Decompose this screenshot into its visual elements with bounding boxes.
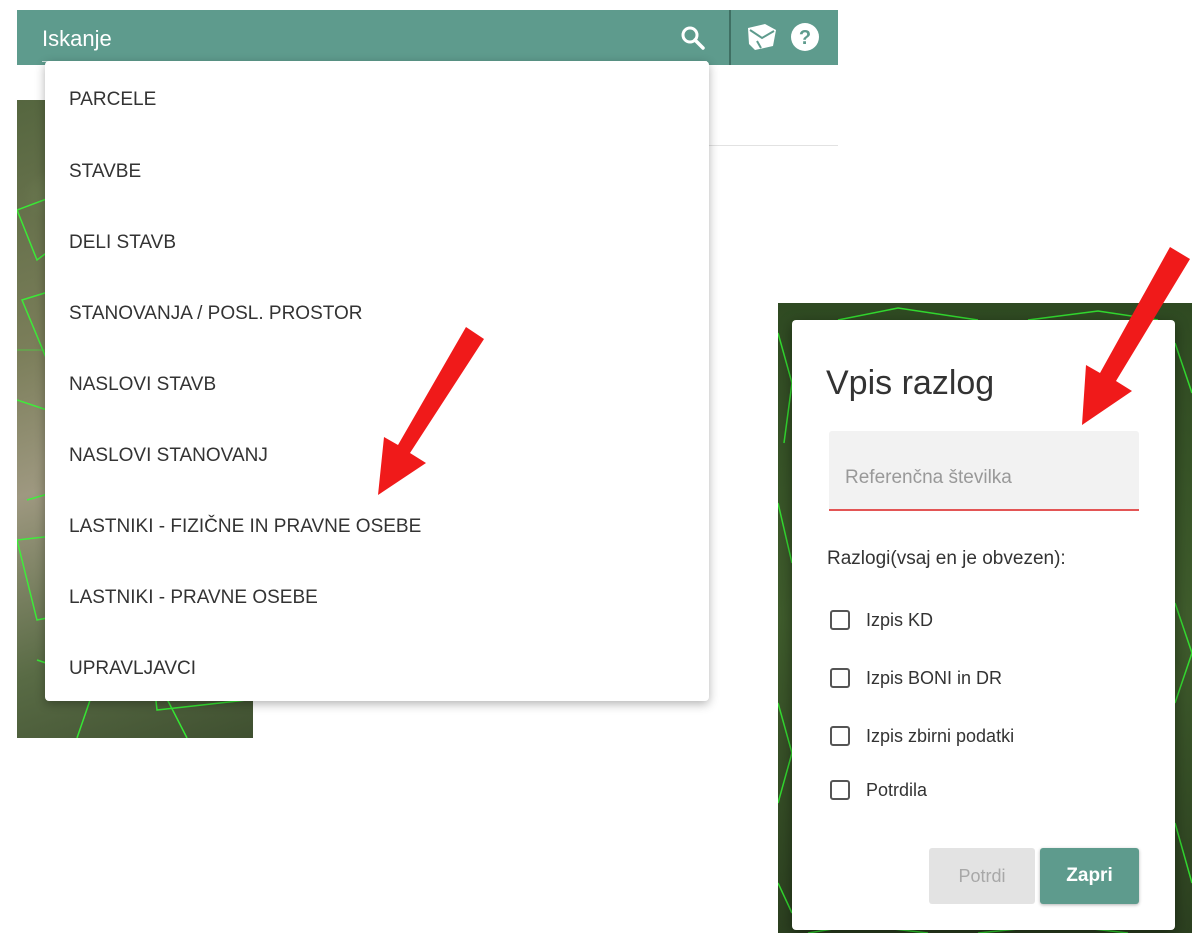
search-input[interactable] — [42, 22, 682, 56]
close-button[interactable]: Zapri — [1040, 848, 1139, 904]
help-icon[interactable]: ? — [790, 22, 820, 52]
dropdown-item-stavbe[interactable]: STAVBE — [45, 132, 709, 203]
toolbar-divider — [729, 10, 731, 65]
confirm-button[interactable]: Potrdi — [929, 848, 1035, 904]
reference-number-field — [829, 431, 1139, 511]
mail-icon[interactable] — [745, 22, 779, 52]
search-icon[interactable] — [679, 24, 707, 52]
checkbox-label: Izpis KD — [866, 609, 934, 630]
reason-izpis-kd[interactable]: Izpis KD — [830, 608, 933, 632]
checkbox[interactable] — [830, 780, 850, 800]
dropdown-item-lastniki-pravne[interactable]: LASTNIKI - PRAVNE OSEBE — [45, 558, 709, 629]
checkbox[interactable] — [830, 668, 850, 688]
annotation-arrow-dropdown — [378, 327, 484, 495]
dropdown-item-parcele[interactable]: PARCELE — [45, 61, 709, 132]
checkbox-label: Izpis zbirni podatki — [866, 725, 1015, 746]
dropdown-item-deli-stavb[interactable]: DELI STAVB — [45, 203, 709, 274]
checkbox-label: Izpis BONI in DR — [866, 667, 1003, 688]
reference-number-input[interactable] — [845, 463, 1125, 493]
annotation-arrow-dialog — [1082, 247, 1190, 425]
reason-potrdila[interactable]: Potrdila — [830, 778, 927, 802]
checkbox[interactable] — [830, 610, 850, 630]
checkbox-label: Potrdila — [866, 779, 928, 800]
svg-text:?: ? — [799, 27, 811, 49]
reasons-label: Razlogi(vsaj en je obvezen): — [827, 548, 1066, 569]
dropdown-item-upravljavci[interactable]: UPRAVLJAVCI — [45, 629, 709, 700]
dialog-title: Vpis razlog — [826, 364, 995, 402]
top-toolbar: ? — [17, 10, 838, 65]
checkbox[interactable] — [830, 726, 850, 746]
reason-izpis-boni-dr[interactable]: Izpis BONI in DR — [830, 666, 1002, 690]
reason-izpis-zbirni-podatki[interactable]: Izpis zbirni podatki — [830, 724, 1014, 748]
